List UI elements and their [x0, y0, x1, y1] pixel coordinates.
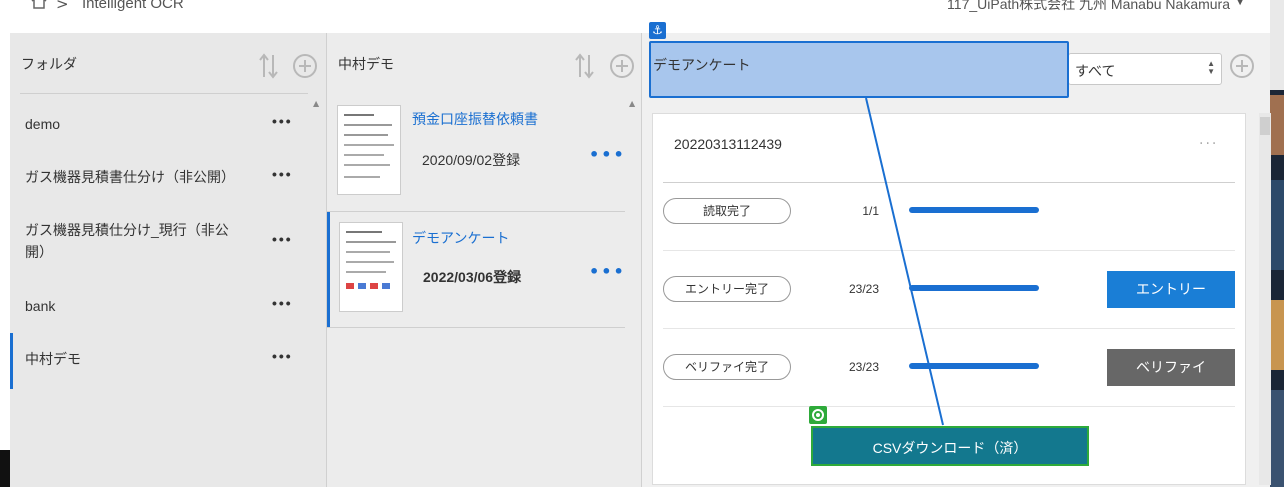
- document-item[interactable]: 預金口座振替依頼書 2020/09/02登録 •••: [327, 95, 625, 211]
- document-panel: 中村デモ ▲ 預金口座振替依頼書 2020/09/02登録 ••• デモアンケー…: [326, 33, 641, 487]
- document-item[interactable]: デモアンケート 2022/03/06登録 •••: [327, 212, 625, 328]
- status-entry-complete: エントリー完了: [663, 276, 791, 302]
- folder-label: ガス機器見積仕分け_現行（非公開）: [25, 222, 229, 260]
- more-icon[interactable]: •••: [589, 145, 626, 164]
- folder-item-gas-estimate-current[interactable]: ガス機器見積仕分け_現行（非公開） •••: [10, 219, 308, 267]
- more-icon[interactable]: •••: [272, 113, 293, 129]
- status-count: 23/23: [848, 360, 879, 374]
- home-icon[interactable]: [30, 0, 48, 9]
- status-filter-select[interactable]: すべて ▲ ▼: [1068, 53, 1222, 85]
- caret-down-icon[interactable]: ▼: [1236, 0, 1244, 7]
- folder-panel-header: フォルダ: [10, 33, 326, 93]
- document-panel-title: 中村デモ: [338, 56, 394, 72]
- more-icon[interactable]: •••: [272, 348, 293, 364]
- target-icon: [809, 406, 827, 424]
- document-date: 2020/09/02登録: [422, 152, 521, 168]
- breadcrumb-separator: >: [56, 0, 69, 13]
- document-date: 2022/03/06登録: [423, 269, 522, 285]
- progress-bar: [909, 285, 1039, 291]
- user-name[interactable]: 117_UiPath株式会社 九州 Manabu Nakamura: [947, 0, 1230, 14]
- more-icon[interactable]: •••: [272, 231, 293, 247]
- folder-label: demo: [25, 116, 61, 132]
- folder-item-gas-estimate[interactable]: ガス機器見積書仕分け（非公開） •••: [10, 166, 308, 190]
- sort-icon[interactable]: [258, 53, 280, 79]
- document-thumbnail: [337, 105, 401, 195]
- divider: [327, 327, 625, 328]
- add-icon[interactable]: [1230, 54, 1254, 78]
- desktop-right-edge: [1270, 0, 1284, 487]
- folder-label: bank: [25, 298, 56, 314]
- progress-bar: [909, 363, 1039, 369]
- folder-panel-title: フォルダ: [21, 56, 77, 72]
- divider: [663, 328, 1235, 329]
- more-icon[interactable]: •••: [272, 166, 293, 182]
- entry-button[interactable]: エントリー: [1107, 271, 1235, 308]
- verify-button[interactable]: ベリファイ: [1107, 349, 1235, 386]
- folder-label: ガス機器見積書仕分け（非公開）: [25, 169, 235, 185]
- folder-item-nakamura-demo[interactable]: 中村デモ •••: [10, 333, 308, 389]
- batch-id: 20220313112439: [674, 136, 782, 152]
- app-window: > Intelligent OCR 117_UiPath株式会社 九州 Mana…: [10, 0, 1271, 487]
- filter-selected-value: すべて: [1075, 63, 1116, 79]
- folder-panel: フォルダ ▲ demo ••• ガス機器見積書仕分け（非公開） ••• ガス機器…: [10, 33, 326, 487]
- more-icon[interactable]: ···: [1199, 136, 1218, 152]
- breadcrumb-title[interactable]: Intelligent OCR: [82, 0, 184, 12]
- anchor-title: デモアンケート: [653, 57, 751, 73]
- status-verify-complete: ベリファイ完了: [663, 354, 791, 380]
- anchor-icon: ⚓: [649, 22, 666, 39]
- document-title[interactable]: デモアンケート: [412, 228, 509, 248]
- anchor-highlight[interactable]: デモアンケート: [649, 41, 1069, 98]
- document-panel-header: 中村デモ: [327, 33, 641, 93]
- more-icon[interactable]: •••: [272, 295, 293, 311]
- status-count: 23/23: [848, 282, 879, 296]
- document-thumbnail: [339, 222, 403, 312]
- folder-item-bank[interactable]: bank •••: [10, 295, 308, 319]
- sort-icon[interactable]: [574, 53, 596, 79]
- scroll-up-icon[interactable]: ▲: [629, 99, 635, 108]
- divider: [663, 182, 1235, 183]
- status-read-complete: 読取完了: [663, 198, 791, 224]
- folder-item-demo[interactable]: demo •••: [10, 113, 308, 137]
- add-folder-icon[interactable]: [293, 54, 317, 78]
- more-icon[interactable]: •••: [589, 262, 626, 281]
- folder-label: 中村デモ: [25, 351, 81, 367]
- scroll-up-icon[interactable]: ▲: [313, 99, 319, 108]
- status-count: 1/1: [862, 204, 879, 218]
- divider: [20, 93, 308, 94]
- top-bar: > Intelligent OCR 117_UiPath株式会社 九州 Mana…: [10, 0, 1270, 33]
- divider: [663, 250, 1235, 251]
- csv-download-button[interactable]: CSVダウンロード（済）: [811, 426, 1089, 466]
- detail-panel: すべて ▲ ▼ 20220313112439 ··· 読取完了 1/1 エントリー…: [641, 33, 1271, 487]
- document-title[interactable]: 預金口座振替依頼書: [412, 109, 538, 129]
- add-document-icon[interactable]: [610, 54, 634, 78]
- select-caret-icon: ▲ ▼: [1207, 59, 1215, 76]
- desktop-left-edge: [0, 0, 10, 487]
- progress-bar: [909, 207, 1039, 213]
- scrollbar[interactable]: [1259, 113, 1271, 485]
- batch-card: 20220313112439 ··· 読取完了 1/1 エントリー完了 23/2…: [652, 113, 1246, 485]
- divider: [663, 406, 1235, 407]
